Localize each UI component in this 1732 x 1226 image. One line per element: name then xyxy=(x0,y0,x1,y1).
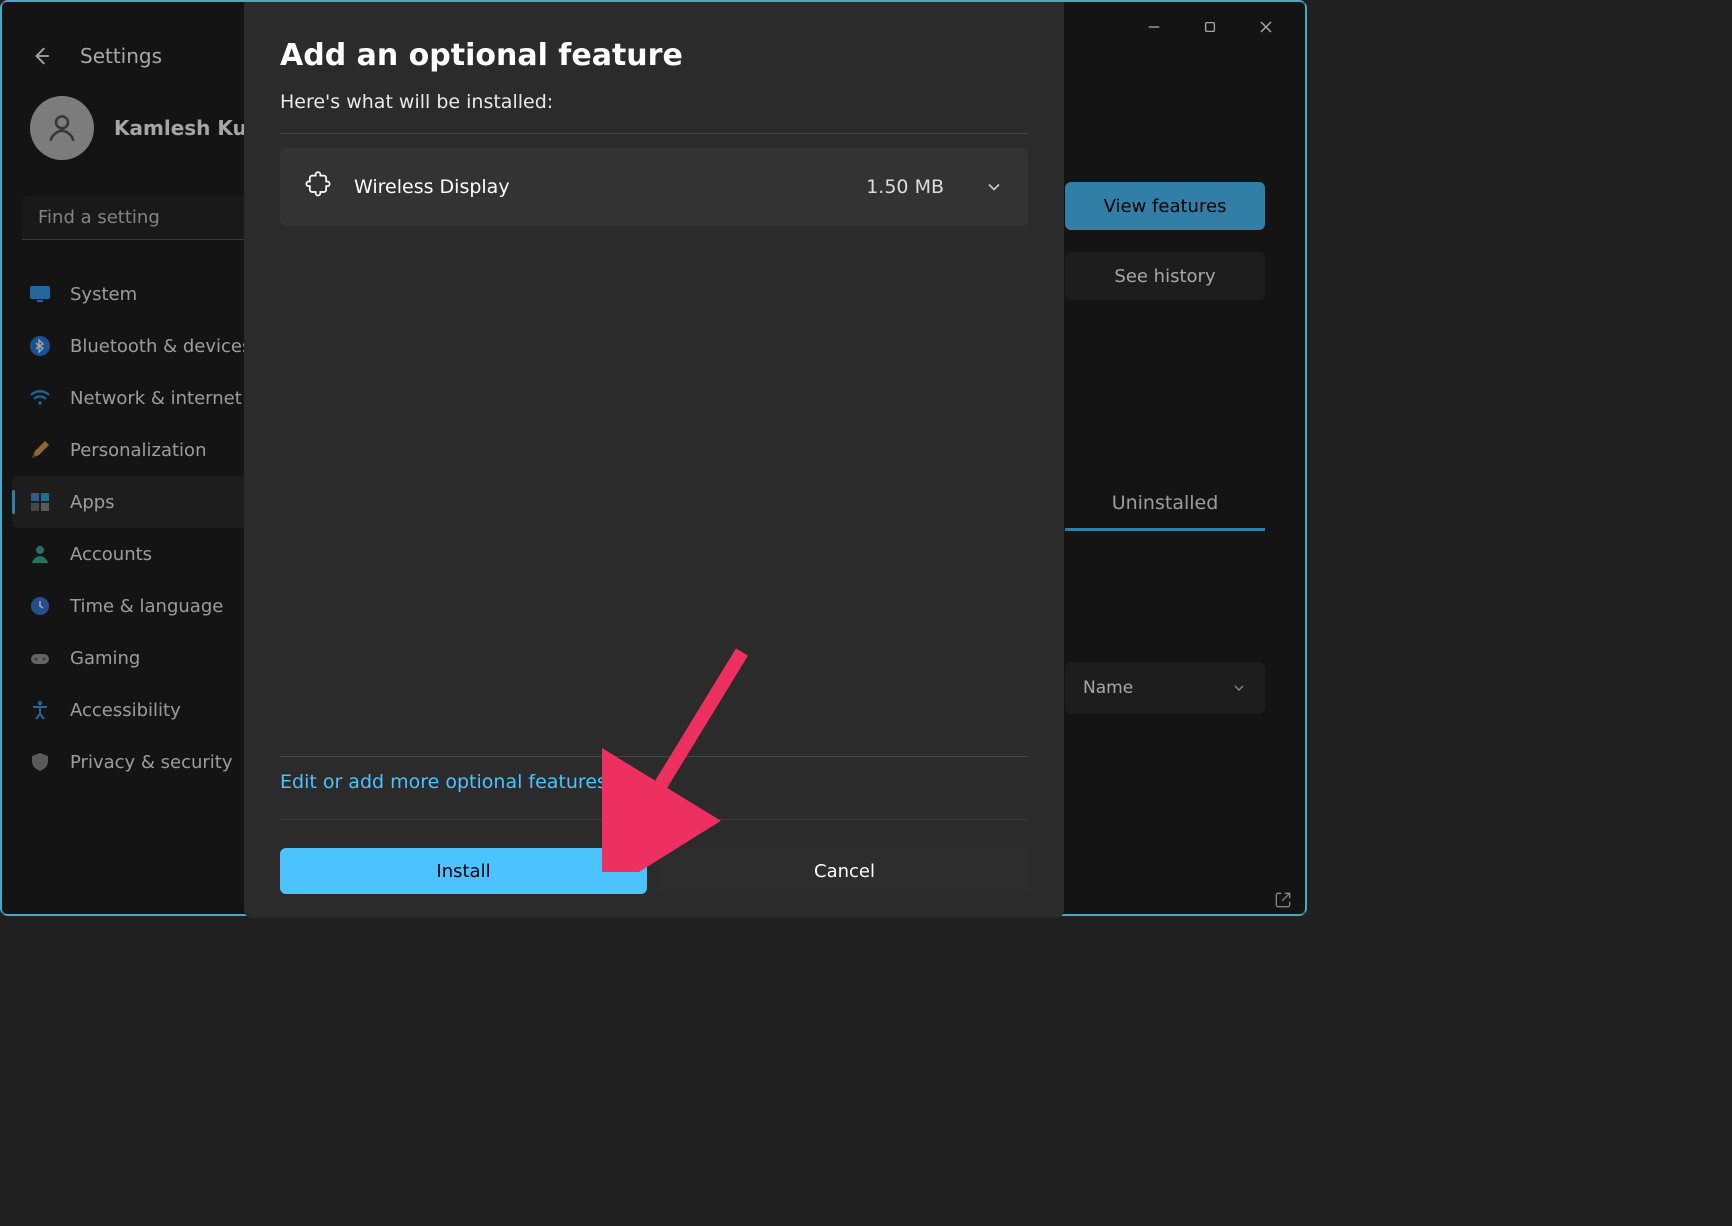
feature-name: Wireless Display xyxy=(354,176,844,198)
dialog-title: Add an optional feature xyxy=(280,38,1028,73)
dialog-subtitle: Here's what will be installed: xyxy=(280,91,1028,113)
edit-features-link[interactable]: Edit or add more optional features xyxy=(280,771,1028,793)
chevron-down-icon xyxy=(984,177,1004,197)
divider xyxy=(280,133,1028,134)
install-button[interactable]: Install xyxy=(280,848,647,894)
feature-row[interactable]: Wireless Display 1.50 MB xyxy=(280,148,1028,226)
divider xyxy=(280,756,1028,757)
add-feature-dialog: Add an optional feature Here's what will… xyxy=(244,2,1064,918)
puzzle-icon xyxy=(304,171,332,203)
cancel-button[interactable]: Cancel xyxy=(661,848,1028,894)
feature-size: 1.50 MB xyxy=(866,176,944,198)
